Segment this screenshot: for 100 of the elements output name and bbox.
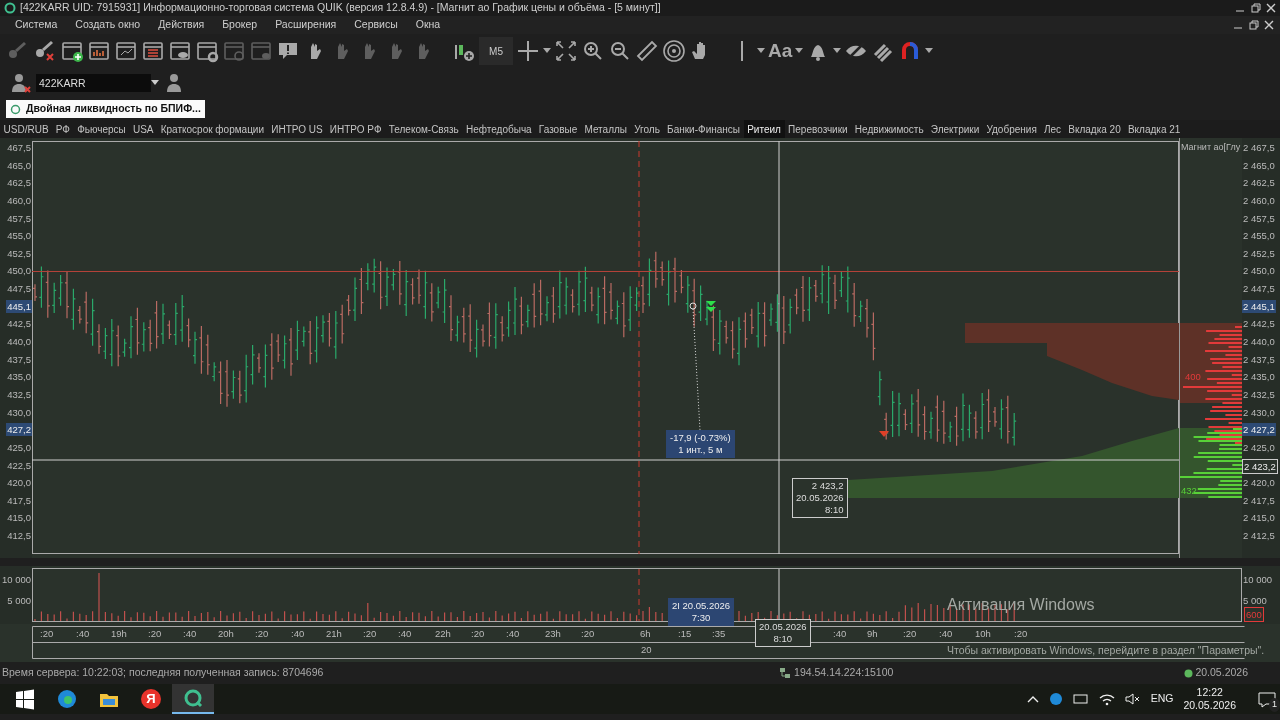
tab[interactable]: USD/RUB — [0, 120, 53, 138]
language-indicator[interactable]: ENG — [1150, 691, 1174, 707]
menu-item[interactable]: Брокер — [213, 17, 267, 33]
axis-label: 442,5 — [6, 317, 32, 331]
tab[interactable]: Металлы — [580, 120, 631, 138]
window-title: [422KARR UID: 7915931] Информационно-торговая система QUIK (версия 12.8.4.9) - [Магнит ао График цены и объёма - [5 минут]] — [20, 0, 661, 16]
caret-icon[interactable] — [925, 48, 934, 54]
axis-label: 2 467,5 — [1242, 141, 1276, 154]
tab[interactable]: Уголь — [630, 120, 664, 138]
tab[interactable]: Фьючерсы — [73, 120, 130, 138]
menu-item[interactable]: Система — [6, 17, 67, 33]
time-label: :20 — [255, 627, 269, 641]
expand-icon[interactable] — [554, 39, 578, 63]
network-icon — [779, 667, 792, 679]
ruler-icon[interactable] — [635, 39, 659, 63]
tab[interactable]: Лес — [1040, 120, 1065, 138]
time-label: :20 — [903, 627, 917, 641]
battery-icon[interactable] — [1072, 693, 1089, 705]
app-logo-icon — [4, 2, 16, 14]
clock-date[interactable]: 20.05.2026 — [1183, 699, 1236, 712]
time-label: :20 — [1014, 627, 1028, 641]
window-add-icon[interactable] — [60, 39, 84, 63]
time-label: 23h — [545, 627, 561, 641]
caret-up-icon[interactable] — [1026, 695, 1039, 703]
axis-label: 2 460,0 — [1242, 193, 1276, 207]
table-window-icon[interactable] — [141, 39, 165, 63]
axis-label: 2 457,5 — [1242, 211, 1276, 225]
app-tray-icon[interactable] — [1048, 692, 1063, 706]
taskbar-app[interactable] — [172, 684, 214, 714]
menu-item[interactable]: Создать окно — [66, 17, 150, 33]
timeframe-dropdown[interactable]: M5 — [479, 37, 513, 65]
axis-label: 2 423,2 — [1242, 458, 1278, 474]
notification-banner[interactable]: Двойная ликвидность по БПИФ... — [6, 100, 205, 118]
tab[interactable]: Удобрения — [982, 120, 1041, 138]
order-marker-icon — [879, 431, 889, 437]
tab[interactable]: Банки-Финансы — [663, 120, 744, 138]
axis-label: 5 000 — [1242, 594, 1268, 607]
axis-label: 2 430,0 — [1242, 405, 1276, 419]
server-address: 194.54.14.224:15100 — [794, 665, 894, 681]
close-icon[interactable] — [1266, 3, 1276, 13]
volume-value-label: 600 — [1244, 607, 1264, 622]
time-label: 22h — [435, 627, 451, 641]
menu-item[interactable]: Сервисы — [345, 17, 407, 33]
time-label: 9h — [867, 627, 878, 641]
caret-icon[interactable] — [795, 48, 804, 54]
tab[interactable]: Вкладка 20 — [1064, 120, 1125, 138]
refresh-icon — [10, 103, 21, 115]
tab[interactable]: Перевозчики — [784, 120, 852, 138]
restore-icon[interactable] — [1250, 3, 1261, 13]
tab[interactable]: Краткосрок формации — [157, 120, 268, 138]
key-remove-icon[interactable] — [33, 39, 57, 63]
caret-icon[interactable] — [151, 80, 159, 86]
axis-label: 2 452,5 — [1242, 246, 1276, 260]
tab[interactable]: Электрики — [927, 120, 983, 138]
axis-label: 432,5 — [6, 387, 32, 401]
tab[interactable]: Нефтедобыча — [462, 120, 536, 138]
notification-icon[interactable] — [1258, 691, 1276, 708]
time-label: :40 — [183, 627, 197, 641]
account-field[interactable]: 422KARR — [36, 74, 151, 92]
caret-icon[interactable] — [543, 48, 551, 54]
clock-time[interactable]: 12:22 — [1183, 686, 1236, 699]
font-button[interactable]: Aa — [768, 36, 793, 66]
tab[interactable]: USA — [129, 120, 158, 138]
crosshair-icon[interactable] — [516, 39, 540, 63]
menu-item[interactable]: Действия — [149, 17, 214, 33]
menu-item[interactable]: Расширения — [266, 17, 346, 33]
axis-label: 2 437,5 — [1242, 352, 1276, 366]
restore-icon[interactable] — [1248, 20, 1259, 30]
close-icon[interactable] — [1264, 20, 1274, 30]
menu-item[interactable]: Окна — [406, 17, 450, 33]
caret-icon[interactable] — [833, 48, 842, 54]
tab[interactable]: ИНТРО РФ — [326, 120, 386, 138]
tab[interactable]: Телеком-Связь — [385, 120, 463, 138]
window-icon[interactable] — [114, 39, 138, 63]
volume-muted-icon[interactable] — [1124, 692, 1141, 706]
target-icon[interactable] — [662, 39, 686, 63]
axis-label: 412,5 — [6, 529, 32, 543]
sell-signal-icon — [706, 301, 716, 312]
wifi-icon[interactable] — [1098, 692, 1115, 706]
tab[interactable]: Ритеил — [743, 120, 785, 138]
axis-label: 2 455,0 — [1242, 229, 1276, 243]
time-label: :40 — [76, 627, 90, 641]
axis-label: 2 447,5 — [1242, 282, 1276, 296]
tab[interactable]: Газовые — [535, 120, 581, 138]
caret-icon[interactable] — [757, 48, 765, 54]
axis-label: 10 000 — [0, 573, 32, 586]
time-label: :20 — [581, 627, 595, 641]
axis-label: 10 000 — [1242, 573, 1274, 586]
tab[interactable]: Недвижимость — [851, 120, 928, 138]
tab[interactable]: Вкладка 21 — [1124, 120, 1184, 138]
axis-label: 2 417,5 — [1242, 493, 1276, 507]
axis-label: 462,5 — [6, 176, 32, 190]
time-tooltip: 2I 20.05.2026 7:30 — [668, 598, 735, 626]
axis-label: 460,0 — [6, 193, 32, 207]
axis-label: 447,5 — [6, 282, 32, 296]
taskbar-app[interactable]: Я — [130, 684, 172, 714]
tab[interactable]: ИНТРО US — [267, 120, 327, 138]
measure-tooltip: -17,9 (-0.73%) 1 инт., 5 м — [666, 430, 735, 458]
tab[interactable]: РФ — [52, 120, 74, 138]
chart-window-icon[interactable] — [87, 39, 111, 63]
